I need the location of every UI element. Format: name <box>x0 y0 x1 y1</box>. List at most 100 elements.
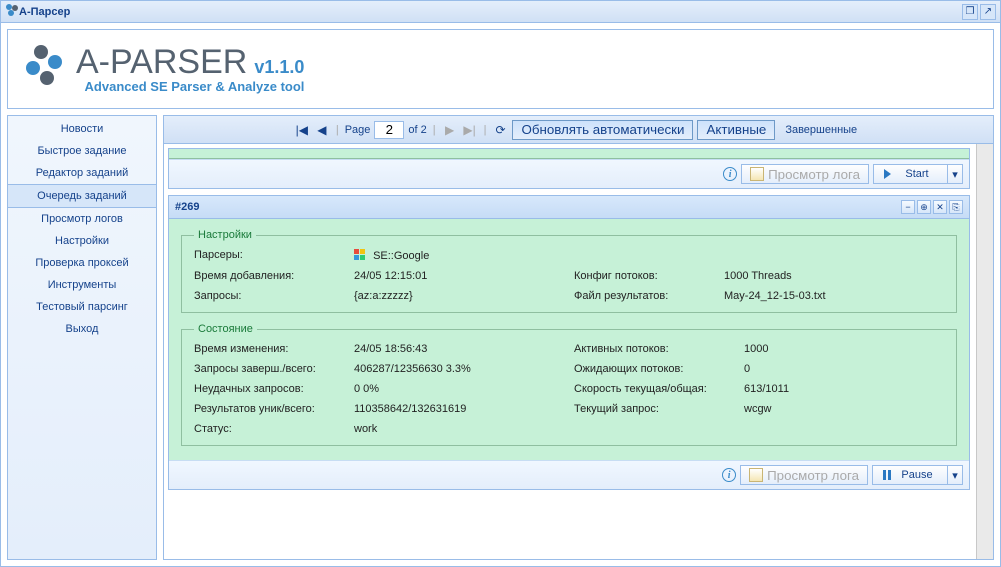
card-header: #269 − ⊕ ✕ ⎘ <box>169 196 969 219</box>
value-failed: 0 0% <box>354 383 574 395</box>
state-fieldset: Состояние Время изменения: 24/05 18:56:4… <box>181 323 957 446</box>
sidebar-item-view-logs[interactable]: Просмотр логов <box>8 208 156 230</box>
auto-refresh-toggle[interactable]: Обновлять автоматически <box>512 120 693 140</box>
log-icon <box>750 167 764 181</box>
logo: A-PARSER v1.1.0 Advanced SE Parser & Ana… <box>20 45 304 94</box>
head-btn-3[interactable]: ✕ <box>933 200 947 214</box>
google-icon <box>354 249 366 261</box>
parser-name: SE::Google <box>373 250 429 262</box>
view-log-button[interactable]: Просмотр лога <box>741 164 869 184</box>
value-result-file: May-24_12-15-03.txt <box>724 290 944 302</box>
task-list: i Просмотр лога Start ▾ <box>164 144 976 559</box>
popout-button[interactable]: ↗ <box>980 4 996 20</box>
btn-label: Завершенные <box>785 124 857 136</box>
value-current-query: wcgw <box>744 403 944 415</box>
sidebar-item-news[interactable]: Новости <box>8 118 156 140</box>
value-parsers: SE::Google <box>354 249 574 262</box>
sidebar-item-exit[interactable]: Выход <box>8 318 156 340</box>
titlebar: А-Парсер ❐ ↗ <box>1 1 1000 23</box>
label-results: Результатов уник/всего: <box>194 403 354 415</box>
value-results: 110358642/132631619 <box>354 403 574 415</box>
last-page-button[interactable]: ▶| <box>462 123 478 137</box>
value-queries-done: 406287/12356630 3.3% <box>354 363 574 375</box>
head-btn-4[interactable]: ⎘ <box>949 200 963 214</box>
main-panel: |◀ ◀ | Page of 2 | ▶ ▶| | ⟳ Обновлять ав… <box>163 115 994 560</box>
label-current-query: Текущий запрос: <box>574 403 744 415</box>
label-queries-done: Запросы заверш./всего: <box>194 363 354 375</box>
task-id: #269 <box>175 201 199 213</box>
sidebar-item-label: Тестовый парсинг <box>36 301 128 313</box>
pause-dropdown-arrow[interactable]: ▾ <box>948 466 962 484</box>
sidebar-item-label: Просмотр логов <box>41 213 123 225</box>
start-button[interactable]: Start <box>874 165 948 183</box>
filter-active-button[interactable]: Активные <box>697 120 775 140</box>
value-status: work <box>354 423 574 435</box>
sidebar-item-settings[interactable]: Настройки <box>8 230 156 252</box>
sidebar-item-task-queue[interactable]: Очередь заданий <box>8 184 156 208</box>
collapse-button[interactable]: − <box>901 200 915 214</box>
page-label: Page <box>345 124 371 136</box>
sidebar-item-task-editor[interactable]: Редактор заданий <box>8 162 156 184</box>
label-result-file: Файл результатов: <box>574 290 724 302</box>
next-page-button[interactable]: ▶ <box>442 123 458 137</box>
card-body: Настройки Парсеры: SE::Google <box>169 219 969 460</box>
start-dropdown-arrow[interactable]: ▾ <box>948 165 962 183</box>
btn-label: Обновлять автоматически <box>521 122 684 137</box>
paging-toolbar: |◀ ◀ | Page of 2 | ▶ ▶| | ⟳ Обновлять ав… <box>164 116 993 144</box>
label-thread-config: Конфиг потоков: <box>574 270 724 282</box>
label-active-threads: Активных потоков: <box>574 343 744 355</box>
btn-label: Start <box>897 168 937 180</box>
log-icon <box>749 468 763 482</box>
scrollbar[interactable] <box>976 144 993 559</box>
value-waiting-threads: 0 <box>744 363 944 375</box>
settings-legend: Настройки <box>194 229 256 241</box>
sidebar-item-proxy-check[interactable]: Проверка проксей <box>8 252 156 274</box>
task-card-prev: i Просмотр лога Start ▾ <box>168 148 970 189</box>
restore-button[interactable]: ❐ <box>962 4 978 20</box>
filter-completed-button[interactable]: Завершенные <box>779 124 863 136</box>
sidebar-item-label: Инструменты <box>48 279 117 291</box>
settings-fieldset: Настройки Парсеры: SE::Google <box>181 229 957 313</box>
refresh-button[interactable]: ⟳ <box>492 123 508 137</box>
start-split-button: Start ▾ <box>873 164 963 184</box>
pause-button[interactable]: Pause <box>873 466 948 484</box>
sidebar-item-test-parsing[interactable]: Тестовый парсинг <box>8 296 156 318</box>
head-btn-2[interactable]: ⊕ <box>917 200 931 214</box>
sidebar-item-label: Редактор заданий <box>36 167 128 179</box>
app-icon <box>5 3 19 20</box>
value-active-threads: 1000 <box>744 343 944 355</box>
window-title: А-Парсер <box>19 6 70 18</box>
label-added: Время добавления: <box>194 270 354 282</box>
sidebar-item-label: Новости <box>61 123 104 135</box>
sidebar-item-quick-task[interactable]: Быстрое задание <box>8 140 156 162</box>
sidebar-item-label: Очередь заданий <box>37 190 127 202</box>
view-log-button[interactable]: Просмотр лога <box>740 465 868 485</box>
value-queries: {az:a:zzzzz} <box>354 290 574 302</box>
page-input[interactable] <box>374 121 404 139</box>
info-icon[interactable]: i <box>723 167 737 181</box>
pause-split-button: Pause ▾ <box>872 465 963 485</box>
label-failed: Неудачных запросов: <box>194 383 354 395</box>
label-waiting-threads: Ожидающих потоков: <box>574 363 744 375</box>
sidebar-item-label: Быстрое задание <box>37 145 126 157</box>
first-page-button[interactable]: |◀ <box>294 123 310 137</box>
label-queries: Запросы: <box>194 290 354 302</box>
label-changed: Время изменения: <box>194 343 354 355</box>
app-window: А-Парсер ❐ ↗ A-PARSER v1.1.0 Advanced SE… <box>0 0 1001 567</box>
sidebar: Новости Быстрое задание Редактор заданий… <box>7 115 157 560</box>
sidebar-item-tools[interactable]: Инструменты <box>8 274 156 296</box>
page-of: of 2 <box>408 124 426 136</box>
prev-page-button[interactable]: ◀ <box>314 123 330 137</box>
brand-version: v1.1.0 <box>254 57 304 77</box>
task-card-269: #269 − ⊕ ✕ ⎘ Настройки Парсеры: <box>168 195 970 490</box>
header: A-PARSER v1.1.0 Advanced SE Parser & Ana… <box>7 29 994 109</box>
logo-mark-icon <box>20 45 68 89</box>
value-added: 24/05 12:15:01 <box>354 270 574 282</box>
card-footer: i Просмотр лога Start ▾ <box>169 159 969 188</box>
value-changed: 24/05 18:56:43 <box>354 343 574 355</box>
info-icon[interactable]: i <box>722 468 736 482</box>
sidebar-item-label: Настройки <box>55 235 109 247</box>
brand-name: A-PARSER <box>76 43 247 81</box>
btn-label: Активные <box>706 122 766 137</box>
play-icon <box>884 169 891 179</box>
